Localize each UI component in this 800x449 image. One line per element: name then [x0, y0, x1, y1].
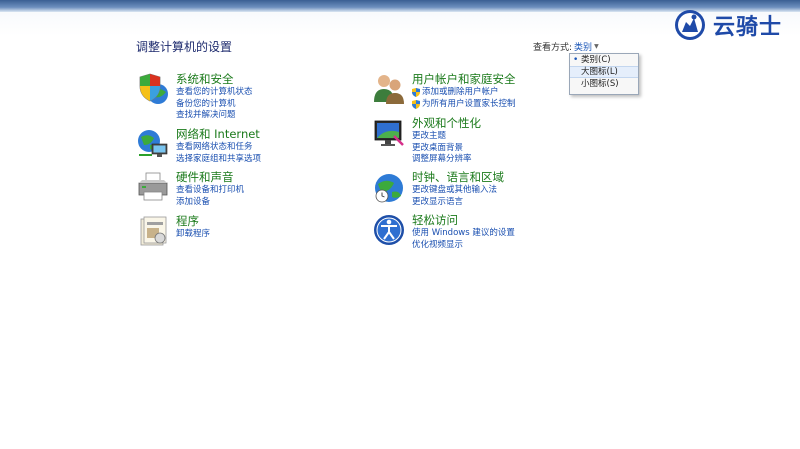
link-screen-resolution[interactable]: 调整屏幕分辨率 [412, 154, 481, 166]
category-hardware-sound: 硬件和声音 查看设备和打印机 添加设备 [136, 170, 244, 208]
category-title[interactable]: 硬件和声音 [176, 170, 244, 185]
knight-logo-icon [674, 10, 705, 40]
category-title[interactable]: 系统和安全 [176, 72, 253, 87]
view-by-dropdown[interactable]: 类别 [574, 40, 592, 53]
link-desktop-background[interactable]: 更改桌面背景 [412, 143, 481, 155]
category-ease-of-access: 轻松访问 使用 Windows 建议的设置 优化视频显示 [372, 213, 515, 251]
category-title[interactable]: 程序 [176, 214, 210, 229]
link-troubleshoot[interactable]: 查找并解决问题 [176, 110, 253, 122]
category-title[interactable]: 用户帐户和家庭安全 [412, 72, 516, 87]
link-text: 为所有用户设置家长控制 [422, 98, 516, 109]
view-by-control: 查看方式: 类别 ▼ [533, 40, 599, 53]
category-title[interactable]: 时钟、语言和区域 [412, 170, 504, 185]
watermark-text: 云骑士 [712, 15, 782, 40]
link-uninstall-program[interactable]: 卸载程序 [176, 229, 210, 241]
category-network-internet: 网络和 Internet 查看网络状态和任务 选择家庭组和共享选项 [136, 127, 261, 165]
link-recommended-settings[interactable]: 使用 Windows 建议的设置 [412, 228, 515, 240]
programs-icon[interactable] [136, 214, 170, 248]
category-title[interactable]: 轻松访问 [412, 213, 515, 228]
shield-globe-icon[interactable] [136, 72, 170, 106]
category-title[interactable]: 外观和个性化 [412, 116, 481, 131]
link-add-remove-accounts[interactable]: 添加或删除用户帐户 [412, 87, 516, 99]
link-display-language[interactable]: 更改显示语言 [412, 197, 504, 209]
link-change-theme[interactable]: 更改主题 [412, 131, 481, 143]
category-programs: 程序 卸载程序 [136, 214, 210, 248]
link-parental-controls[interactable]: 为所有用户设置家长控制 [412, 99, 516, 111]
link-keyboard-input[interactable]: 更改键盘或其他输入法 [412, 185, 504, 197]
category-clock-language-region: 时钟、语言和区域 更改键盘或其他输入法 更改显示语言 [372, 170, 504, 208]
view-by-label: 查看方式: [533, 43, 573, 53]
link-add-device[interactable]: 添加设备 [176, 197, 244, 209]
link-homegroup-sharing[interactable]: 选择家庭组和共享选项 [176, 154, 261, 166]
printer-icon[interactable] [136, 170, 170, 204]
link-network-status[interactable]: 查看网络状态和任务 [176, 142, 261, 154]
page-title: 调整计算机的设置 [136, 40, 233, 54]
link-view-computer-status[interactable]: 查看您的计算机状态 [176, 87, 253, 99]
category-title[interactable]: 网络和 Internet [176, 127, 261, 142]
accessibility-icon[interactable] [372, 213, 406, 247]
monitor-icon[interactable] [372, 116, 406, 150]
network-globe-icon[interactable] [136, 127, 170, 161]
link-optimize-display[interactable]: 优化视频显示 [412, 240, 515, 252]
uac-shield-icon [412, 88, 420, 98]
users-icon[interactable] [372, 72, 406, 106]
category-user-accounts: 用户帐户和家庭安全 添加或删除用户帐户 为所有用户设置家长控制 [372, 72, 516, 110]
view-option-category[interactable]: 类别(C) [570, 54, 638, 66]
uac-shield-icon [412, 99, 420, 109]
view-option-large-icons[interactable]: 大图标(L) [570, 66, 638, 78]
category-system-security: 系统和安全 查看您的计算机状态 备份您的计算机 查找并解决问题 [136, 72, 253, 122]
view-option-small-icons[interactable]: 小图标(S) [570, 78, 638, 90]
watermark: 云骑士 [673, 6, 782, 44]
clock-globe-icon[interactable] [372, 170, 406, 204]
category-appearance: 外观和个性化 更改主题 更改桌面背景 调整屏幕分辨率 [372, 116, 481, 166]
link-devices-printers[interactable]: 查看设备和打印机 [176, 185, 244, 197]
chevron-down-icon[interactable]: ▼ [594, 43, 599, 50]
link-text: 添加或删除用户帐户 [422, 87, 499, 97]
view-by-menu: 类别(C) 大图标(L) 小图标(S) [569, 53, 639, 95]
link-backup-computer[interactable]: 备份您的计算机 [176, 99, 253, 111]
